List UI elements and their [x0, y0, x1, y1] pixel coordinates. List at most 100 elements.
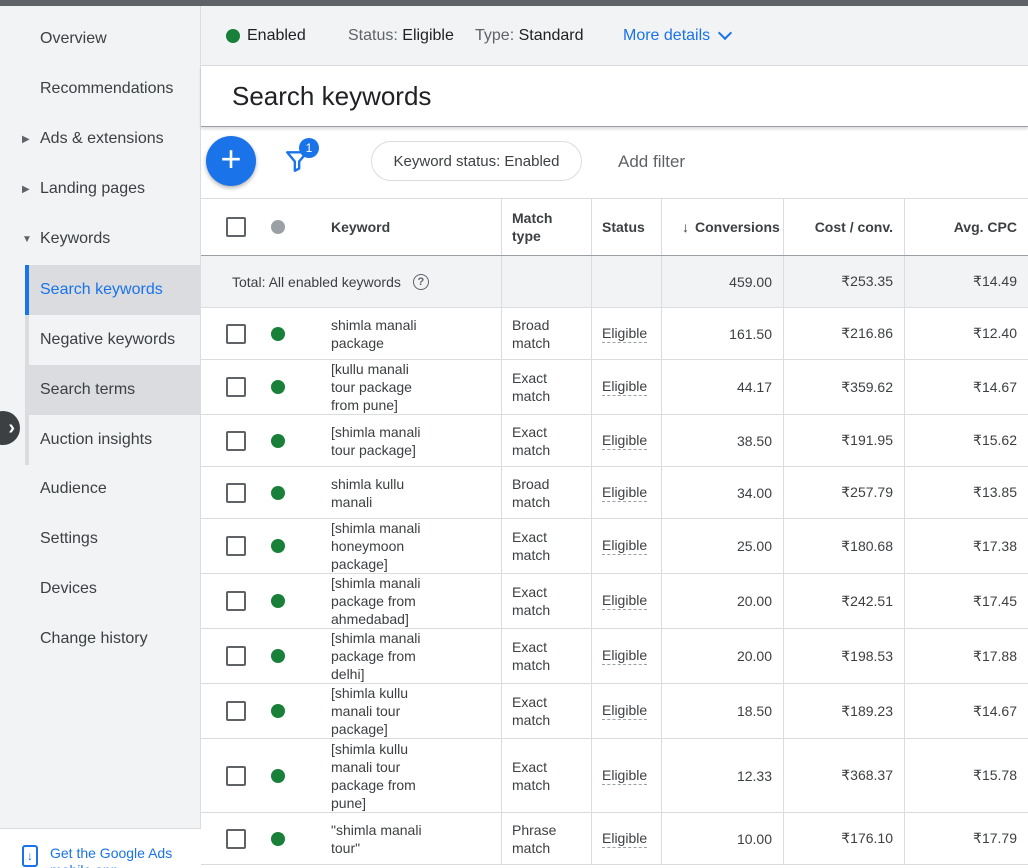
header-keyword[interactable]: Keyword: [331, 199, 502, 255]
sidebar-item-keywords[interactable]: ▼ Keywords: [0, 214, 201, 264]
keyword-cell[interactable]: [kullu manali tour package from pune]: [331, 360, 502, 414]
select-all-cell: [226, 199, 246, 255]
status-label: Status:: [348, 26, 398, 44]
more-details-button[interactable]: More details: [623, 25, 733, 45]
row-checkbox[interactable]: [226, 430, 246, 451]
table-row: shimla kullu manali Broad match Eligible 34…: [201, 467, 1028, 519]
row-checkbox[interactable]: [226, 536, 246, 556]
match-type-text: Phrase match: [512, 821, 557, 856]
sidebar-item-auction-insights[interactable]: Auction insights: [25, 415, 201, 465]
row-checkbox[interactable]: [226, 765, 246, 786]
keyword-cell[interactable]: [shimla kullu manali tour package from p…: [331, 739, 502, 812]
avg-cpc-cell: ₹14.67: [905, 360, 1028, 414]
keyword-cell[interactable]: [shimla manali tour package]: [331, 415, 502, 466]
keyword-cell[interactable]: [shimla manali package from delhi]: [331, 629, 502, 683]
keyword-cell[interactable]: shimla manali package: [331, 308, 502, 359]
keyword-status-filter-chip[interactable]: Keyword status: Enabled: [371, 141, 582, 181]
add-filter-button[interactable]: Add filter: [618, 152, 685, 172]
sidebar-item-search-terms[interactable]: Search terms: [25, 365, 201, 415]
sidebar-item-label: Overview: [40, 30, 107, 47]
help-icon[interactable]: ?: [412, 273, 429, 290]
avg-cpc-cell: ₹15.62: [905, 415, 1028, 466]
status-cell[interactable]: Eligible: [592, 684, 662, 738]
sidebar-item-audience[interactable]: Audience: [0, 464, 201, 514]
avg-cpc-cell: ₹17.79: [905, 813, 1028, 864]
status-cell[interactable]: Eligible: [592, 467, 662, 518]
status-cell[interactable]: Eligible: [592, 308, 662, 359]
sidebar-item-settings[interactable]: Settings: [0, 514, 201, 564]
total-avg-cpc: ₹14.49: [905, 256, 1028, 307]
keyword-cell[interactable]: "shimla manali tour": [331, 813, 502, 864]
header-avg-cpc[interactable]: Avg. CPC: [905, 199, 1028, 255]
row-checkbox[interactable]: [226, 646, 246, 666]
keyword-text: [shimla manali tour package]: [331, 423, 421, 458]
keyword-cell[interactable]: shimla kullu manali: [331, 467, 502, 518]
keyword-text: [shimla manali package from delhi]: [331, 630, 421, 682]
row-checkbox-cell: [226, 739, 246, 812]
sidebar-item-negative-keywords[interactable]: Negative keywords: [25, 315, 201, 365]
header-conversions[interactable]: ↓ Conversions: [662, 199, 784, 255]
status-cell[interactable]: Eligible: [592, 574, 662, 628]
sidebar-item-label: Devices: [40, 580, 97, 597]
cost-conv-value: ₹242.51: [841, 592, 893, 609]
row-checkbox-cell: [226, 684, 246, 738]
table-header-row: Keyword Match type Status ↓ Conversions C…: [201, 198, 1028, 256]
status-cell[interactable]: Eligible: [592, 415, 662, 466]
row-checkbox[interactable]: [226, 482, 246, 503]
avg-cpc-cell: ₹14.67: [905, 684, 1028, 738]
header-match-type-label: Match type: [512, 210, 553, 244]
status-cell[interactable]: Eligible: [592, 519, 662, 573]
row-checkbox[interactable]: [226, 701, 246, 721]
sidebar-item-change-history[interactable]: Change history: [0, 614, 201, 664]
sidebar-item-overview[interactable]: Overview: [0, 14, 201, 64]
cost-conv-value: ₹368.37: [841, 767, 893, 783]
status-text: Eligible: [602, 647, 648, 665]
keyword-cell[interactable]: [shimla manali honeymoon package]: [331, 519, 502, 573]
row-checkbox[interactable]: [226, 323, 246, 344]
add-keyword-button[interactable]: +: [206, 136, 256, 186]
sidebar-item-landing-pages[interactable]: ▶ Landing pages: [0, 164, 201, 214]
status-info: Status: Eligible: [348, 27, 454, 45]
status-cell[interactable]: Eligible: [592, 629, 662, 683]
row-checkbox[interactable]: [226, 828, 246, 849]
sidebar-item-ads-extensions[interactable]: ▶ Ads & extensions: [0, 114, 201, 164]
keyword-cell[interactable]: [shimla kullu manali tour package]: [331, 684, 502, 738]
avg-cpc-cell: ₹17.88: [905, 629, 1028, 683]
header-conversions-label: Conversions: [695, 219, 780, 235]
sidebar-item-devices[interactable]: Devices: [0, 564, 201, 614]
row-checkbox-cell: [226, 308, 246, 359]
status-text: Eligible: [602, 431, 648, 450]
status-cell[interactable]: Eligible: [592, 813, 662, 864]
avg-cpc-cell: ₹17.45: [905, 574, 1028, 628]
table-total-row: Total: All enabled keywords? 459.00 ₹253…: [201, 256, 1028, 308]
collapse-sidebar-button[interactable]: ›: [0, 411, 20, 445]
avg-cpc-value: ₹13.85: [973, 484, 1017, 500]
cost-conv-value: ₹359.62: [841, 378, 893, 395]
mobile-app-link[interactable]: ↓ Get the Google Ads mobile app: [0, 828, 201, 868]
conversions-value: 34.00: [736, 484, 772, 501]
keyword-cell[interactable]: [shimla manali package from ahmedabad]: [331, 574, 502, 628]
header-match-type[interactable]: Match type: [502, 199, 592, 255]
conversions-cell: 18.50: [662, 684, 784, 738]
header-status[interactable]: Status: [592, 199, 662, 255]
plus-icon: +: [220, 138, 242, 179]
keyword-text: [shimla manali honeymoon package]: [331, 520, 421, 572]
chevron-right-icon: ›: [8, 416, 15, 439]
sidebar-item-recommendations[interactable]: Recommendations: [0, 64, 201, 114]
total-label: Total: All enabled keywords: [232, 273, 401, 290]
row-status-dot-cell: [271, 308, 285, 359]
row-status-dot-cell: [271, 739, 285, 812]
table-row: [shimla manali honeymoon package] Exact m…: [201, 519, 1028, 574]
total-cost-conv: ₹253.35: [784, 256, 905, 307]
row-checkbox[interactable]: [226, 377, 246, 397]
status-cell[interactable]: Eligible: [592, 739, 662, 812]
sidebar-item-search-keywords[interactable]: Search keywords: [25, 265, 201, 315]
status-cell[interactable]: Eligible: [592, 360, 662, 414]
avg-cpc-value: ₹17.79: [973, 830, 1017, 846]
cost-conv-value: ₹216.86: [841, 325, 893, 341]
cost-conv-cell: ₹257.79: [784, 467, 905, 518]
row-checkbox[interactable]: [226, 591, 246, 611]
header-cost-conv[interactable]: Cost / conv.: [784, 199, 905, 255]
keyword-text: shimla manali package: [331, 316, 417, 351]
select-all-checkbox[interactable]: [226, 217, 246, 237]
